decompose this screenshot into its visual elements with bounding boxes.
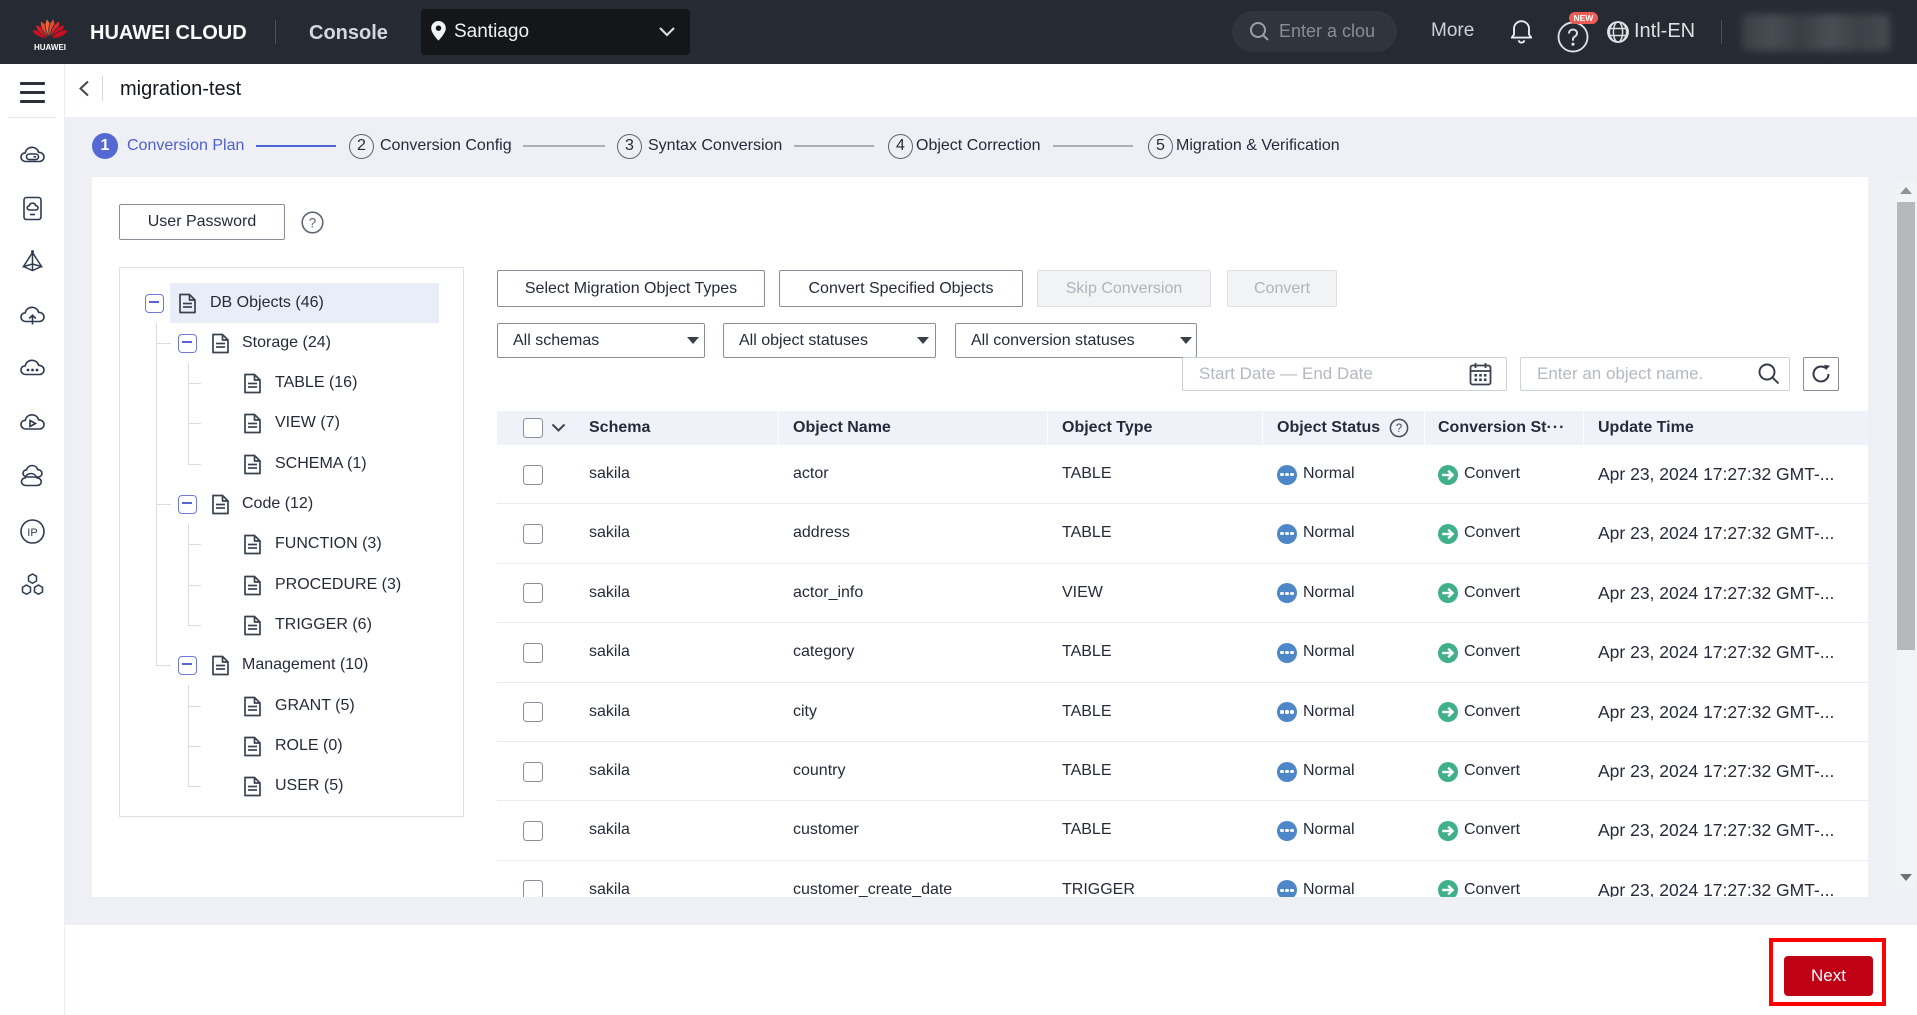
svg-text:?: ? <box>309 215 317 230</box>
svg-text:?: ? <box>1396 423 1402 435</box>
svg-text:HUAWEI: HUAWEI <box>34 43 66 52</box>
svg-text:IP: IP <box>27 527 37 539</box>
